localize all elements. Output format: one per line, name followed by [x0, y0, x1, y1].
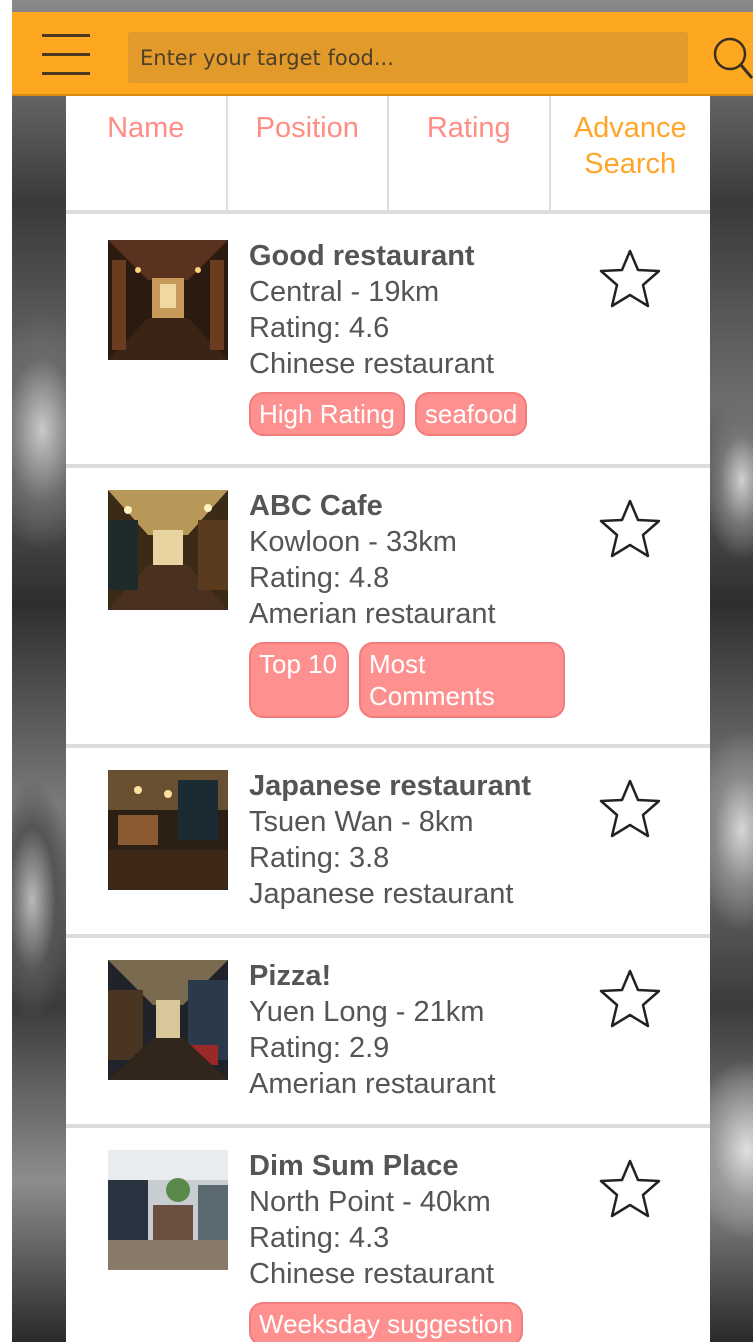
tag-list: High Rating seafood: [249, 392, 579, 436]
restaurant-rating: Rating: 4.8: [249, 562, 390, 594]
sort-by-rating-tab[interactable]: Rating: [389, 96, 551, 210]
restaurant-name: Dim Sum Place: [249, 1150, 459, 1182]
tag-badge[interactable]: Most Comments: [359, 642, 565, 718]
restaurant-info: Good restaurant Central - 19km Rating: 4…: [249, 238, 579, 436]
restaurant-photo: [108, 770, 228, 890]
search-icon[interactable]: [706, 32, 753, 82]
restaurant-name: Good restaurant: [249, 240, 475, 272]
restaurant-info: Dim Sum Place North Point - 40km Rating:…: [249, 1148, 579, 1342]
restaurant-category: Chinese restaurant: [249, 1258, 495, 1290]
restaurant-rating: Rating: 4.6: [249, 312, 390, 344]
tag-badge[interactable]: seafood: [414, 392, 528, 436]
star-outline-icon[interactable]: [598, 968, 662, 1030]
restaurant-info: Japanese restaurant Tsuen Wan - 8km Rati…: [249, 768, 579, 912]
restaurant-location: Tsuen Wan - 8km: [249, 806, 474, 838]
restaurant-name: Japanese restaurant: [249, 770, 532, 802]
restaurant-category: Amerian restaurant: [249, 1068, 496, 1100]
restaurant-category: Japanese restaurant: [249, 878, 514, 910]
restaurant-name: ABC Cafe: [249, 490, 383, 522]
star-outline-icon[interactable]: [598, 778, 662, 840]
tag-badge[interactable]: Weeksday suggestion: [249, 1302, 523, 1342]
restaurant-rating: Rating: 4.3: [249, 1222, 390, 1254]
star-outline-icon[interactable]: [598, 498, 662, 560]
sort-by-position-tab[interactable]: Position: [228, 96, 389, 210]
restaurant-category: Chinese restaurant: [249, 348, 495, 380]
sort-by-name-tab[interactable]: Name: [66, 96, 228, 210]
tag-badge[interactable]: High Rating: [249, 392, 405, 436]
search-input[interactable]: [128, 32, 688, 83]
restaurant-category: Amerian restaurant: [249, 598, 496, 630]
restaurant-location: North Point - 40km: [249, 1186, 491, 1218]
restaurant-info: Pizza! Yuen Long - 21km Rating: 2.9 Amer…: [249, 958, 579, 1102]
tag-list: Top 10 Most Comments: [249, 642, 579, 718]
restaurant-card[interactable]: Dim Sum Place North Point - 40km Rating:…: [66, 1128, 710, 1342]
restaurant-location: Yuen Long - 21km: [249, 996, 485, 1028]
hamburger-menu-icon[interactable]: [42, 34, 90, 76]
restaurant-info: ABC Cafe Kowloon - 33km Rating: 4.8 Amer…: [249, 488, 579, 718]
restaurant-location: Kowloon - 33km: [249, 526, 457, 558]
restaurant-card[interactable]: Pizza! Yuen Long - 21km Rating: 2.9 Amer…: [66, 938, 710, 1128]
tag-list: Weeksday suggestion: [249, 1302, 579, 1342]
restaurant-photo: [108, 240, 228, 360]
restaurant-card[interactable]: ABC Cafe Kowloon - 33km Rating: 4.8 Amer…: [66, 468, 710, 748]
results-panel: Name Position Rating Advance Search Good…: [66, 96, 710, 1342]
restaurant-name: Pizza!: [249, 960, 332, 992]
restaurant-location: Central - 19km: [249, 276, 440, 308]
restaurant-photo: [108, 960, 228, 1080]
restaurant-photo: [108, 1150, 228, 1270]
restaurant-card[interactable]: Good restaurant Central - 19km Rating: 4…: [66, 218, 710, 468]
restaurant-rating: Rating: 2.9: [249, 1032, 390, 1064]
restaurant-photo: [108, 490, 228, 610]
star-outline-icon[interactable]: [598, 248, 662, 310]
left-margin: [0, 0, 12, 1342]
app-header: [12, 12, 753, 96]
advance-search-tab[interactable]: Advance Search: [551, 96, 711, 210]
star-outline-icon[interactable]: [598, 1158, 662, 1220]
sort-bar: Name Position Rating Advance Search: [66, 96, 710, 214]
restaurant-card[interactable]: Japanese restaurant Tsuen Wan - 8km Rati…: [66, 748, 710, 938]
restaurant-rating: Rating: 3.8: [249, 842, 390, 874]
tag-badge[interactable]: Top 10: [249, 642, 349, 718]
